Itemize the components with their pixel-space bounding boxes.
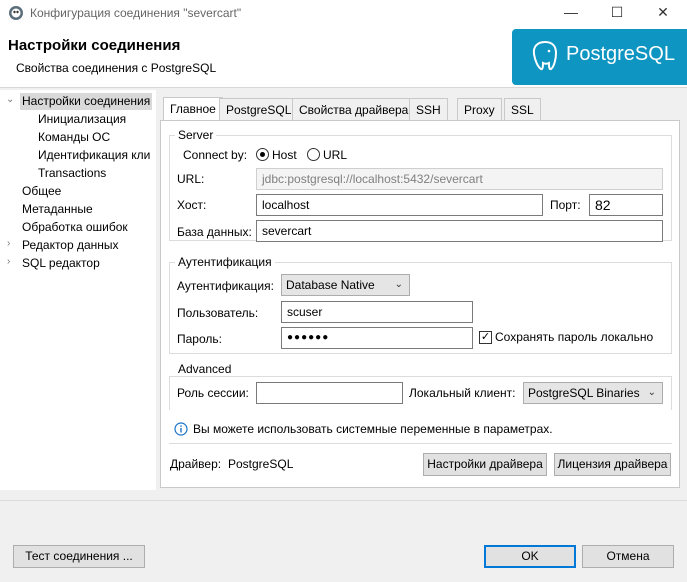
tree-item-transactions[interactable]: Transactions bbox=[38, 165, 106, 182]
window-title: Конфигурация соединения "severcart" bbox=[30, 6, 242, 20]
advanced-group-title: Advanced bbox=[175, 362, 235, 376]
local-client-value: PostgreSQL Binaries bbox=[528, 386, 640, 400]
host-field[interactable]: localhost bbox=[256, 194, 543, 216]
auth-method-label: Аутентификация: bbox=[177, 279, 274, 293]
minimize-icon: — bbox=[564, 4, 578, 20]
tree-item-connection-settings[interactable]: Настройки соединения bbox=[20, 93, 153, 110]
url-radio[interactable] bbox=[307, 148, 320, 161]
page-title: Настройки соединения bbox=[8, 37, 181, 54]
chevron-down-icon: ⌄ bbox=[394, 279, 403, 290]
close-button[interactable]: ✕ bbox=[640, 0, 686, 26]
url-option-label[interactable]: URL bbox=[323, 148, 347, 162]
maximize-icon: ☐ bbox=[610, 4, 624, 20]
tree-item-client-identification[interactable]: Идентификация кли bbox=[38, 147, 150, 164]
tree-item-error-handling[interactable]: Обработка ошибок bbox=[22, 219, 128, 236]
dialog-header: Настройки соединения Свойства соединения… bbox=[0, 26, 687, 88]
tab-content: Server Connect by: Host URL URL: jdbc:po… bbox=[160, 120, 680, 488]
chevron-down-icon: ⌄ bbox=[647, 387, 656, 398]
server-group-title: Server bbox=[175, 128, 217, 142]
session-role-label: Роль сессии: bbox=[177, 386, 249, 400]
chevron-down-icon[interactable]: ⌄ bbox=[6, 94, 14, 105]
local-client-select[interactable]: PostgreSQL Binaries ⌄ bbox=[523, 382, 663, 404]
tab-ssh[interactable]: SSH bbox=[409, 98, 448, 120]
chevron-right-icon[interactable]: › bbox=[7, 256, 10, 267]
tree-item-general[interactable]: Общее bbox=[22, 183, 61, 200]
user-field[interactable]: scuser bbox=[281, 301, 473, 323]
maximize-button[interactable]: ☐ bbox=[594, 0, 640, 26]
driver-license-button[interactable]: Лицензия драйвера bbox=[554, 453, 671, 476]
cancel-button[interactable]: Отмена bbox=[582, 545, 674, 568]
database-label: База данных: bbox=[177, 225, 252, 239]
driver-value: PostgreSQL bbox=[228, 457, 294, 471]
info-text: Вы можете использовать системные перемен… bbox=[193, 422, 553, 436]
tab-postgresql[interactable]: PostgreSQL bbox=[219, 98, 299, 120]
ok-button[interactable]: OK bbox=[484, 545, 576, 568]
title-bar: Конфигурация соединения "severcart" — ☐ … bbox=[0, 0, 687, 26]
elephant-icon bbox=[532, 40, 558, 71]
host-option-label[interactable]: Host bbox=[272, 148, 297, 162]
host-radio[interactable] bbox=[256, 148, 269, 161]
auth-method-value: Database Native bbox=[286, 278, 375, 292]
page-subtitle: Свойства соединения с PostgreSQL bbox=[16, 61, 217, 75]
dbeaver-icon bbox=[9, 6, 23, 20]
logo-text: PostgreSQL bbox=[566, 43, 675, 65]
chevron-right-icon[interactable]: › bbox=[7, 238, 10, 249]
info-icon bbox=[174, 422, 188, 436]
url-label: URL: bbox=[177, 172, 205, 186]
driver-label: Драйвер: bbox=[170, 457, 222, 471]
save-password-label[interactable]: Сохранять пароль локально bbox=[495, 330, 653, 344]
tab-proxy[interactable]: Proxy bbox=[457, 98, 502, 120]
settings-tree: ⌄ Настройки соединения Инициализация Ком… bbox=[0, 90, 156, 490]
tree-item-sql-editor[interactable]: SQL редактор bbox=[22, 255, 100, 272]
tree-item-metadata[interactable]: Метаданные bbox=[22, 201, 93, 218]
port-label: Порт: bbox=[550, 198, 581, 212]
tree-item-initialization[interactable]: Инициализация bbox=[38, 111, 126, 128]
password-field[interactable]: ●●●●●● bbox=[281, 327, 473, 349]
tree-item-data-editor[interactable]: Редактор данных bbox=[22, 237, 119, 254]
tab-ssl[interactable]: SSL bbox=[504, 98, 541, 120]
auth-group-title: Аутентификация bbox=[175, 255, 275, 269]
tab-main[interactable]: Главное bbox=[163, 97, 223, 121]
session-role-field[interactable] bbox=[256, 382, 403, 404]
footer-separator bbox=[0, 500, 687, 501]
save-password-checkbox[interactable]: ✓ bbox=[479, 331, 492, 344]
separator bbox=[169, 443, 672, 444]
test-connection-button[interactable]: Тест соединения ... bbox=[13, 545, 145, 568]
tree-item-os-commands[interactable]: Команды ОС bbox=[38, 129, 110, 146]
close-icon: ✕ bbox=[657, 4, 669, 20]
minimize-button[interactable]: — bbox=[548, 0, 594, 26]
local-client-label: Локальный клиент: bbox=[409, 386, 516, 400]
password-label: Пароль: bbox=[177, 332, 222, 346]
driver-settings-button[interactable]: Настройки драйвера bbox=[423, 453, 547, 476]
url-field[interactable]: jdbc:postgresql://localhost:5432/severca… bbox=[256, 168, 663, 190]
user-label: Пользователь: bbox=[177, 306, 259, 320]
port-field[interactable]: 82 bbox=[589, 194, 663, 216]
tab-driver-properties[interactable]: Свойства драйвера bbox=[292, 98, 416, 120]
host-label: Хост: bbox=[177, 198, 207, 212]
auth-method-select[interactable]: Database Native ⌄ bbox=[281, 274, 410, 296]
postgresql-logo: PostgreSQL bbox=[512, 29, 687, 85]
connect-by-label: Connect by: bbox=[183, 148, 248, 162]
database-field[interactable]: severcart bbox=[256, 220, 663, 242]
